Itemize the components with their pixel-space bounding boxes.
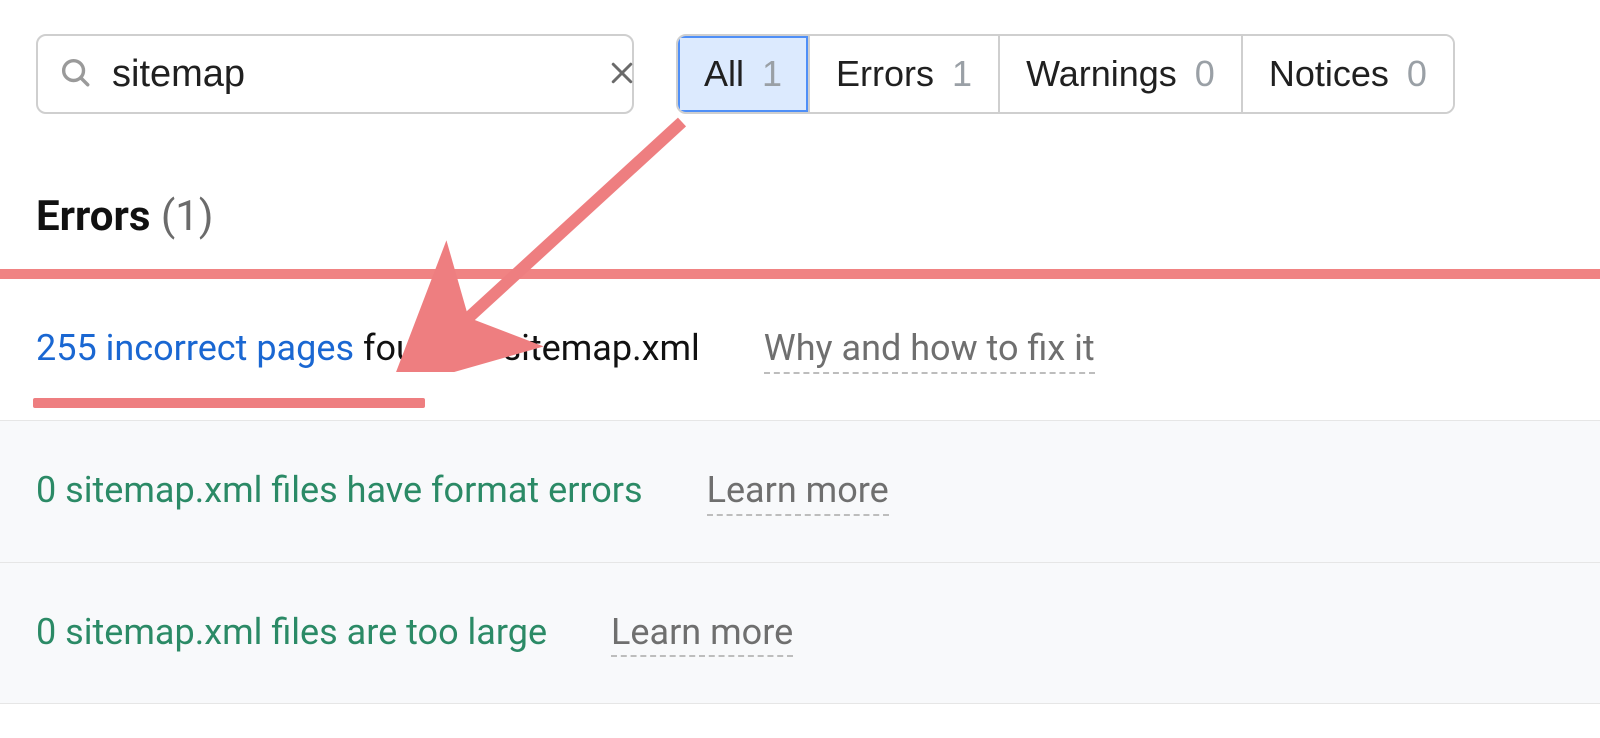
- severity-bar-error: [0, 269, 1600, 279]
- search-icon: [58, 55, 92, 93]
- filter-warnings[interactable]: Warnings 0: [1000, 36, 1243, 112]
- issue-help-link[interactable]: Learn more: [707, 467, 889, 516]
- filter-notices[interactable]: Notices 0: [1243, 36, 1453, 112]
- clear-search-button[interactable]: [601, 52, 643, 97]
- filter-all[interactable]: All 1: [678, 36, 810, 112]
- section-title: Errors (1): [0, 114, 1600, 269]
- section-name: Errors: [36, 192, 150, 241]
- issue-row[interactable]: 255 incorrect pages found in sitemap.xml…: [0, 279, 1600, 421]
- issue-row[interactable]: 0 sitemap.xml files have format errors L…: [0, 421, 1600, 563]
- section-count: (1): [161, 192, 214, 241]
- issue-text: 0 sitemap.xml files are too large: [36, 611, 547, 653]
- search-box: [36, 34, 634, 114]
- filter-errors[interactable]: Errors 1: [810, 36, 1000, 112]
- issue-rest: 0 sitemap.xml files are too large: [36, 611, 547, 653]
- filter-count: 1: [952, 53, 972, 95]
- filter-label: Warnings: [1026, 53, 1177, 95]
- issue-row[interactable]: 0 sitemap.xml files are too large Learn …: [0, 563, 1600, 705]
- issue-text: 0 sitemap.xml files have format errors: [36, 469, 643, 511]
- filter-count: 1: [762, 53, 782, 95]
- issue-rest: 0 sitemap.xml files have format errors: [36, 469, 643, 511]
- issue-text: 255 incorrect pages found in sitemap.xml: [36, 327, 700, 369]
- filter-count: 0: [1195, 53, 1215, 95]
- issue-rest: found in sitemap.xml: [354, 327, 700, 369]
- filter-count: 0: [1407, 53, 1427, 95]
- issues-list: 255 incorrect pages found in sitemap.xml…: [0, 279, 1600, 704]
- filter-label: All: [704, 53, 744, 95]
- issue-help-link[interactable]: Learn more: [611, 609, 793, 658]
- filter-group: All 1 Errors 1 Warnings 0 Notices 0: [676, 34, 1455, 114]
- search-input[interactable]: [112, 53, 601, 96]
- issue-link[interactable]: 255 incorrect pages: [36, 327, 354, 369]
- close-icon: [607, 76, 637, 91]
- filter-label: Notices: [1269, 53, 1389, 95]
- issue-help-link[interactable]: Why and how to fix it: [764, 325, 1095, 374]
- filter-label: Errors: [836, 53, 934, 95]
